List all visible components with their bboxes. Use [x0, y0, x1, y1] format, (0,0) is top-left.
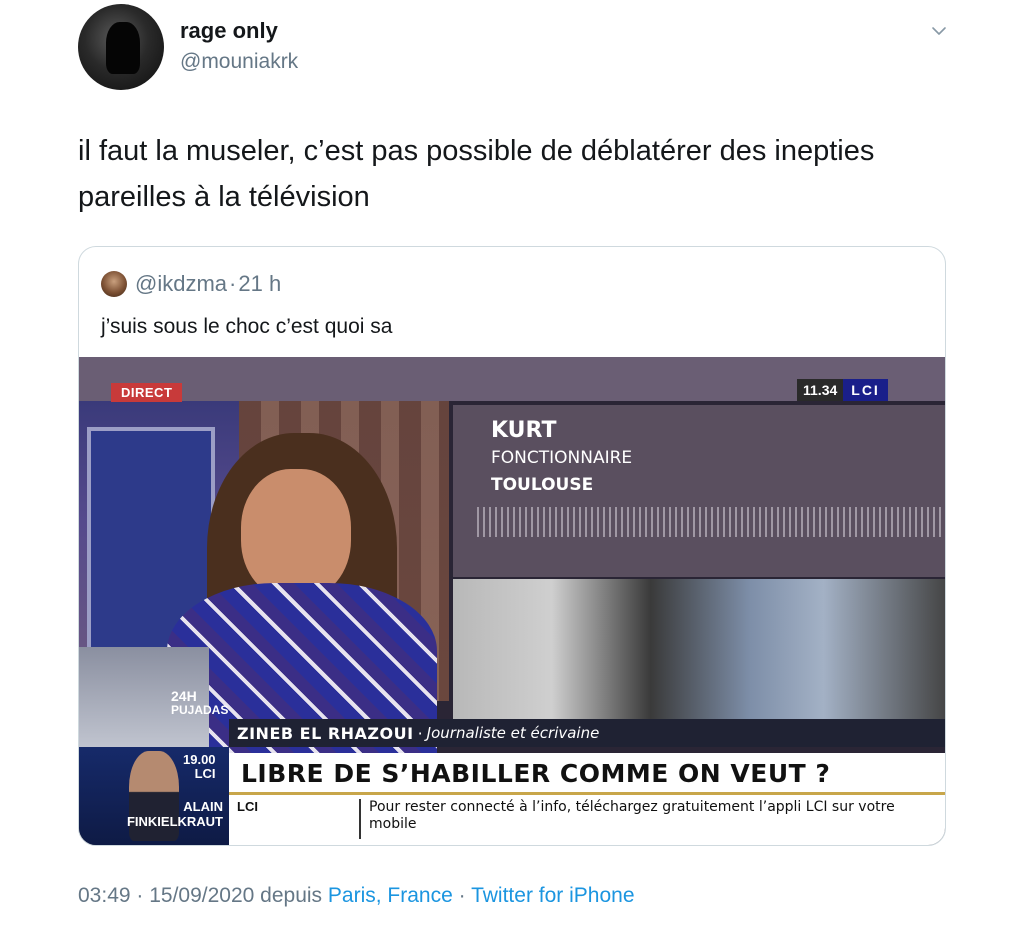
clock-time: 11.34 — [803, 382, 838, 398]
news-ticker: LCI Pour rester connecté à l’info, téléc… — [229, 795, 945, 845]
inset-caption: KURT FONCTIONNAIRE TOULOUSE — [491, 417, 632, 499]
program-tag-line1: 24H — [171, 688, 197, 704]
ticker-divider — [359, 799, 361, 839]
author-handle[interactable]: @mouniakrk — [180, 50, 298, 74]
side-time-value: 19.00 — [183, 752, 216, 767]
speaker-strip: ZINEB EL RHAZOUI · Journaliste et écriva… — [229, 719, 945, 747]
quoted-author-avatar[interactable] — [101, 271, 127, 297]
from-word: depuis — [260, 884, 323, 907]
inset-city: TOULOUSE — [491, 475, 594, 495]
program-tag-line2: PUJADAS — [171, 703, 229, 717]
inset-name: KURT — [491, 418, 557, 443]
program-tag: 24H PUJADAS — [171, 689, 228, 717]
tweet-timestamp[interactable]: 03:49 · 15/09/2020 — [78, 884, 254, 907]
quoted-time: 21 h — [238, 271, 282, 296]
quoted-separator: · — [229, 271, 237, 296]
presenter-face — [241, 469, 351, 599]
broadcast-clock: 11.34 LCI — [797, 379, 888, 401]
channel-logo: LCI — [843, 379, 888, 401]
chevron-down-icon[interactable] — [930, 22, 948, 40]
quoted-tweet-text: j’suis sous le choc c’est quoi sa — [101, 315, 393, 338]
headline-banner: LIBRE DE S’HABILLER COMME ON VEUT ? — [229, 753, 945, 795]
ticker-source: LCI — [237, 799, 258, 814]
audio-waveform — [477, 507, 943, 537]
speaker-name: ZINEB EL RHAZOUI — [237, 723, 414, 743]
side-name-line2: FINKIELKRAUT — [126, 814, 223, 829]
speaker-role: Journaliste et écrivaine — [426, 724, 600, 742]
side-panel: 19.00 LCI ALAIN FINKIELKRAUT — [79, 747, 229, 845]
quoted-tweet-header: @ikdzma · 21 h — [101, 271, 281, 297]
author-name[interactable]: rage only — [180, 18, 278, 44]
tweet-location[interactable]: Paris, France — [328, 884, 453, 907]
side-name-line1: ALAIN — [183, 799, 223, 814]
quoted-author-handle[interactable]: @ikdzma — [135, 271, 227, 297]
quoted-tweet-card[interactable]: @ikdzma · 21 h j’suis sous le choc c’est… — [78, 246, 946, 846]
live-tag: DIRECT — [111, 383, 183, 402]
headline-text: LIBRE DE S’HABILLER COMME ON VEUT ? — [241, 759, 831, 788]
ticker-text: Pour rester connecté à l’info, télécharg… — [369, 799, 895, 832]
side-guest-name: ALAIN FINKIELKRAUT — [85, 799, 223, 829]
inset-role: FONCTIONNAIRE — [491, 448, 633, 468]
video-player[interactable]: DIRECT 11.34 LCI KURT FONCTIONNAIRE TOUL… — [79, 357, 945, 845]
tweet-text: il faut la museler, c’est pas possible d… — [78, 135, 875, 213]
tweet-meta: 03:49 · 15/09/2020 depuis Paris, France … — [78, 884, 635, 908]
side-time: 19.00 LCI — [183, 753, 216, 781]
speaker-separator: · — [417, 723, 423, 743]
tweet-client[interactable]: Twitter for iPhone — [471, 884, 634, 907]
side-channel: LCI — [194, 766, 216, 781]
author-avatar[interactable] — [78, 4, 164, 90]
meta-separator: · — [458, 884, 466, 907]
